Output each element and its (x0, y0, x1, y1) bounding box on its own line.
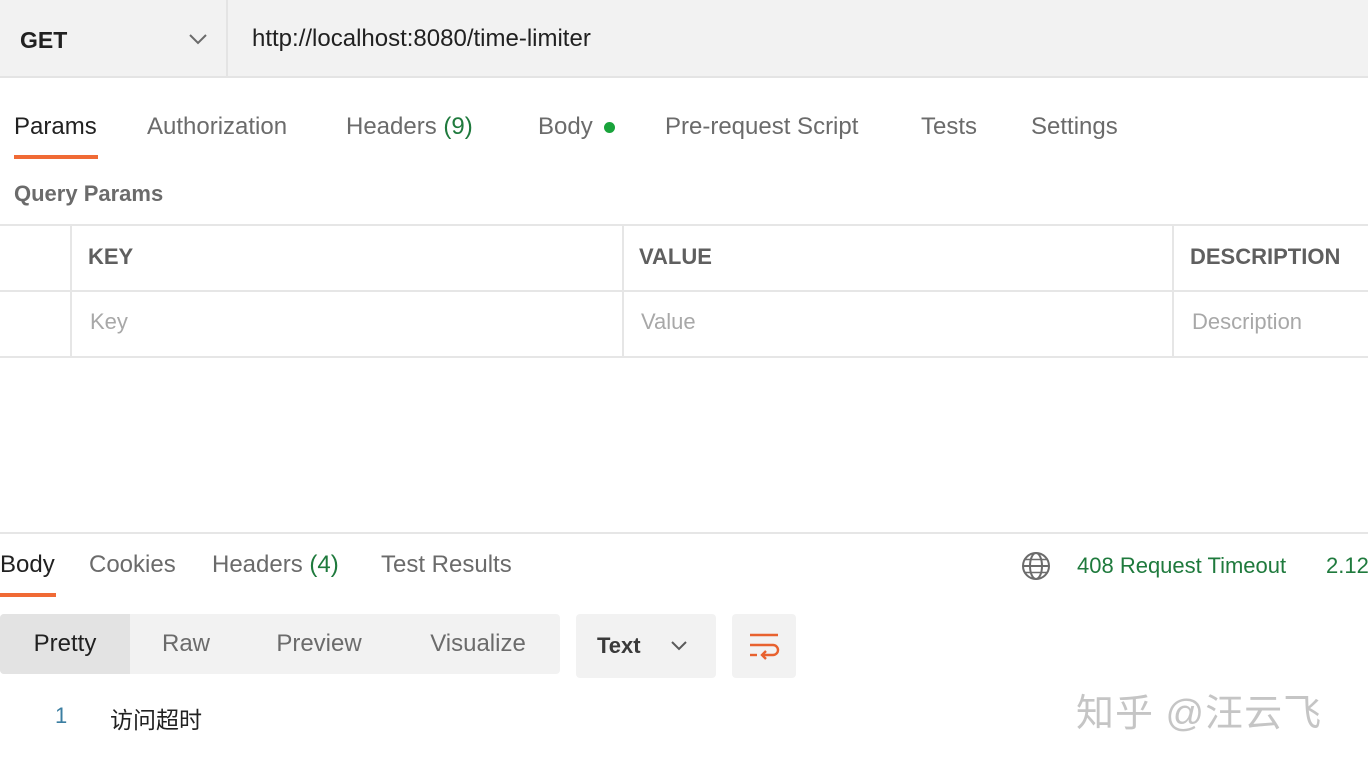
tab-params[interactable]: Params (14, 113, 97, 141)
url-input[interactable]: http://localhost:8080/time-limiter (252, 25, 591, 53)
format-tab-pretty[interactable]: Pretty (0, 614, 130, 674)
body-format-tabs: Pretty Raw Preview Visualize (0, 614, 560, 674)
table-border-header (0, 290, 1368, 292)
response-active-tab-indicator (0, 593, 56, 597)
watermark-text: 知乎 @汪云飞 (1076, 693, 1323, 735)
line-number: 1 (55, 703, 68, 728)
query-params-title: Query Params (14, 181, 164, 206)
format-type-value: Text (597, 633, 641, 658)
wrap-lines-button[interactable] (732, 614, 796, 678)
tab-prerequest-script[interactable]: Pre-request Script (665, 113, 858, 141)
table-divider (1172, 225, 1174, 357)
response-tab-headers-label: Headers (212, 551, 303, 578)
table-border-bottom (0, 356, 1368, 358)
response-headers-count: (4) (309, 551, 339, 578)
response-status[interactable]: 408 Request Timeout (1077, 553, 1286, 579)
format-tab-raw[interactable]: Raw (130, 614, 242, 674)
table-border-top (0, 224, 1368, 226)
method-label: GET (20, 27, 68, 53)
chevron-down-icon (189, 34, 207, 45)
chevron-down-icon (671, 641, 687, 651)
wrap-lines-icon (750, 633, 780, 660)
response-tab-cookies[interactable]: Cookies (89, 551, 176, 579)
response-body-line: 访问超时 (110, 707, 202, 733)
format-tab-preview[interactable]: Preview (242, 614, 396, 674)
tab-headers[interactable]: Headers (9) (346, 113, 473, 141)
format-type-select[interactable]: Text (576, 614, 716, 678)
column-header-value: VALUE (639, 244, 712, 269)
description-input[interactable]: Description (1192, 309, 1302, 335)
tab-settings[interactable]: Settings (1031, 113, 1118, 141)
table-divider (70, 225, 72, 357)
method-dropdown[interactable]: GET (0, 0, 228, 78)
response-tab-headers[interactable]: Headers (4) (212, 551, 339, 579)
headers-count: (9) (443, 113, 473, 140)
value-input[interactable]: Value (641, 309, 696, 335)
active-tab-indicator (14, 155, 98, 159)
tab-body[interactable]: Body (538, 113, 593, 141)
column-header-description: DESCRIPTION (1190, 244, 1341, 269)
globe-icon[interactable] (1020, 550, 1052, 582)
table-divider (622, 225, 624, 357)
column-header-key: KEY (88, 244, 134, 269)
tab-authorization[interactable]: Authorization (147, 113, 287, 141)
format-tab-visualize[interactable]: Visualize (396, 614, 560, 674)
tab-headers-label: Headers (346, 113, 437, 140)
body-indicator-dot (604, 122, 615, 133)
key-input[interactable]: Key (90, 309, 128, 335)
tab-tests[interactable]: Tests (921, 113, 977, 141)
response-tab-test-results[interactable]: Test Results (381, 551, 512, 579)
response-time[interactable]: 2.12 (1326, 553, 1368, 579)
response-divider[interactable] (0, 532, 1368, 534)
request-url-bar: GET http://localhost:8080/time-limiter (0, 0, 1368, 78)
response-tab-body[interactable]: Body (0, 551, 55, 579)
